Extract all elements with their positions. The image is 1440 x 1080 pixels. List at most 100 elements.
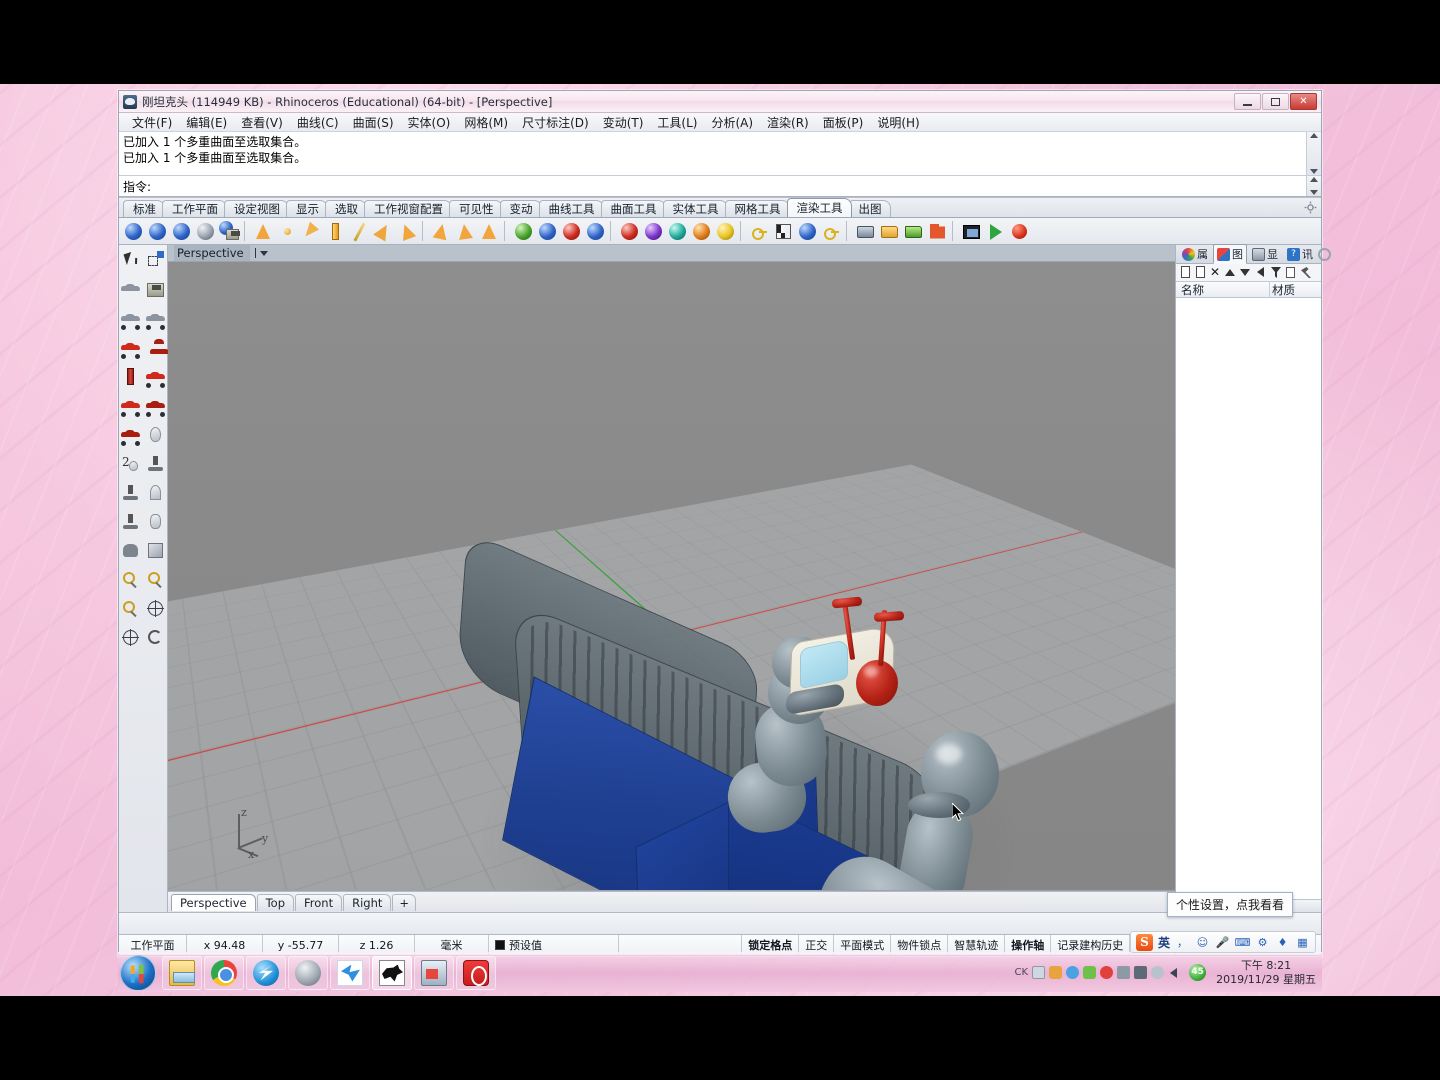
move-up-icon[interactable] xyxy=(1224,266,1237,279)
render-mesh-globe-icon[interactable] xyxy=(194,220,217,243)
menu-item-curve[interactable]: 曲线(C) xyxy=(290,113,346,132)
viewport-name-label[interactable]: Perspective xyxy=(174,245,250,261)
app-icon[interactable] xyxy=(1083,966,1097,979)
truss-icon[interactable] xyxy=(119,510,142,533)
menu-item-help[interactable]: 说明(H) xyxy=(870,113,926,132)
env-bump-icon[interactable] xyxy=(690,220,713,243)
select-window-icon[interactable] xyxy=(144,249,167,272)
render-sphere-blue2-icon[interactable] xyxy=(146,220,169,243)
egg-icon[interactable] xyxy=(144,423,167,446)
layer-list[interactable] xyxy=(1176,298,1321,899)
material-green-icon[interactable] xyxy=(512,220,535,243)
taskbar-item-sogou-browser[interactable] xyxy=(246,955,286,990)
render-save-sphere-icon[interactable] xyxy=(218,220,241,243)
folder-green-icon[interactable] xyxy=(902,220,925,243)
car-gray2-icon[interactable] xyxy=(144,307,167,330)
taskbar-item-explorer[interactable] xyxy=(162,955,202,990)
backdrop-icon[interactable] xyxy=(714,220,737,243)
menu-item-file[interactable]: 文件(F) xyxy=(125,113,179,132)
toolbar-tab-setview[interactable]: 设定视图 xyxy=(224,200,289,217)
material-assign-icon[interactable] xyxy=(536,220,559,243)
taskbar-clock[interactable]: 下午 8:21 2019/11/29 星期五 xyxy=(1210,959,1316,987)
menu-item-analyze[interactable]: 分析(A) xyxy=(704,113,760,132)
menu-item-solid[interactable]: 实体(O) xyxy=(401,113,458,132)
toolbox-icon[interactable]: ⚙ xyxy=(1255,935,1270,950)
gear-icon[interactable] xyxy=(1151,966,1165,979)
two-point-icon[interactable]: 2 xyxy=(119,452,142,475)
toolbar-options-gear-icon[interactable] xyxy=(1304,201,1317,214)
menu-item-view[interactable]: 查看(V) xyxy=(234,113,290,132)
scroll-down-icon[interactable] xyxy=(1310,169,1318,174)
usb-icon[interactable] xyxy=(1134,966,1148,979)
scroll-up-icon[interactable] xyxy=(1310,177,1318,182)
maximize-button[interactable] xyxy=(1262,93,1289,110)
properties-page-icon[interactable] xyxy=(1284,266,1297,279)
scroll-down-icon[interactable] xyxy=(1310,190,1318,195)
key-icon[interactable] xyxy=(748,220,771,243)
taskbar-item-bird-app[interactable] xyxy=(330,955,370,990)
panel-tab-display[interactable]: 显 xyxy=(1248,244,1282,264)
point-light-icon[interactable] xyxy=(276,220,299,243)
menu-item-tools[interactable]: 工具(L) xyxy=(650,113,704,132)
ime-mode-label[interactable]: 英 xyxy=(1158,934,1170,951)
command-history-scrollbar[interactable] xyxy=(1306,132,1321,175)
arch-icon[interactable] xyxy=(144,481,167,504)
car-red-angle-icon[interactable] xyxy=(119,336,142,359)
menu-item-transform[interactable]: 变动(T) xyxy=(596,113,651,132)
render-sphere-bomb-icon[interactable] xyxy=(170,220,193,243)
save-icon[interactable] xyxy=(144,278,167,301)
apps-icon[interactable]: ▦ xyxy=(1295,935,1310,950)
zoom-window-icon[interactable] xyxy=(144,568,167,591)
shield-icon[interactable] xyxy=(1049,966,1063,979)
rotate-view-icon[interactable] xyxy=(119,626,142,649)
select-arrow-icon[interactable] xyxy=(119,249,142,272)
toolbar-tab-standard[interactable]: 标准 xyxy=(123,200,165,217)
close-button[interactable]: ✕ xyxy=(1290,93,1317,110)
magnify-icon[interactable] xyxy=(119,597,142,620)
stop-icon[interactable] xyxy=(1008,220,1031,243)
smiley-icon[interactable]: ☺ xyxy=(1195,935,1210,950)
fence-icon[interactable] xyxy=(119,481,142,504)
tray-overflow-label[interactable]: CK xyxy=(1015,967,1029,978)
music-tray-icon[interactable] xyxy=(1100,966,1114,979)
light-copy-icon[interactable] xyxy=(454,220,477,243)
wave-icon[interactable] xyxy=(144,510,167,533)
cylinder-icon[interactable] xyxy=(119,365,142,388)
play-icon[interactable] xyxy=(984,220,1007,243)
toolbar-tab-viewport[interactable]: 工作视窗配置 xyxy=(364,200,452,217)
viewport-tab-top[interactable]: Top xyxy=(256,893,295,911)
minimize-button[interactable] xyxy=(1234,93,1261,110)
env-sphere-icon[interactable] xyxy=(666,220,689,243)
boat-icon[interactable] xyxy=(119,539,142,562)
taskbar-item-chrome[interactable] xyxy=(204,955,244,990)
menu-item-edit[interactable]: 编辑(E) xyxy=(179,113,234,132)
mic-icon[interactable]: 🎤 xyxy=(1215,935,1230,950)
toolbar-tab-cplane[interactable]: 工作平面 xyxy=(162,200,227,217)
linear-light-icon[interactable] xyxy=(348,220,371,243)
taskbar-item-netease-music[interactable] xyxy=(456,955,496,990)
toolbar-tab-layout[interactable]: 出图 xyxy=(848,200,891,217)
toolbar-tab-solid[interactable]: 实体工具 xyxy=(662,200,728,217)
taskbar-item-rhinoceros[interactable] xyxy=(372,955,412,990)
new-layer-icon[interactable] xyxy=(1179,266,1192,279)
car-red-front-icon[interactable] xyxy=(144,336,169,359)
car-gray-icon[interactable] xyxy=(119,307,142,330)
cloud-icon[interactable] xyxy=(1066,966,1080,979)
toolbar-tab-surface[interactable]: 曲面工具 xyxy=(600,200,666,217)
move-down-icon[interactable] xyxy=(1239,266,1252,279)
viewport-title-bar[interactable]: Perspective xyxy=(168,245,1175,262)
fountain-icon[interactable] xyxy=(144,452,167,475)
perspective-viewport[interactable]: z y x xyxy=(168,262,1175,891)
panel-options-gear-icon[interactable] xyxy=(1318,247,1331,261)
filter-icon[interactable] xyxy=(1269,266,1282,279)
rotate-icon[interactable] xyxy=(144,626,167,649)
spotlight-icon[interactable] xyxy=(252,220,275,243)
toolbar-tab-visibility[interactable]: 可见性 xyxy=(449,200,503,217)
delete-layer-icon[interactable]: ✕ xyxy=(1209,266,1222,279)
toolbar-tab-display[interactable]: 显示 xyxy=(286,200,328,217)
key2-icon[interactable] xyxy=(820,220,843,243)
checker-icon[interactable] xyxy=(772,220,795,243)
sphere-blue-icon[interactable] xyxy=(796,220,819,243)
title-bar[interactable]: 刚坦克头 (114949 KB) - Rhinoceros (Education… xyxy=(119,91,1321,113)
robot-tank-model[interactable] xyxy=(168,262,1175,890)
